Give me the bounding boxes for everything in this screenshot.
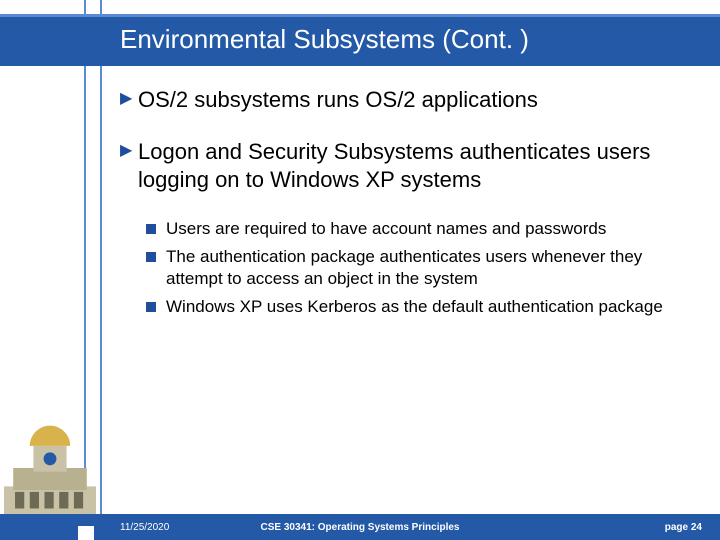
bullet-level2: Windows XP uses Kerberos as the default … [146,296,680,318]
square-bullet-icon [146,246,166,268]
bullet-level1: ▶ OS/2 subsystems runs OS/2 applications [120,86,680,114]
bullet-level1: ▶ Logon and Security Subsystems authenti… [120,138,680,194]
square-bullet-icon [146,218,166,240]
footer-chip [78,526,94,540]
sub-bullet-text: Users are required to have account names… [166,218,680,240]
building-graphic [4,422,96,514]
bullet-text: Logon and Security Subsystems authentica… [138,138,680,194]
bullet-level2: The authentication package authenticates… [146,246,680,290]
footer-course: CSE 30341: Operating Systems Principles [261,522,460,533]
footer-bar: 11/25/2020 CSE 30341: Operating Systems … [0,514,720,540]
sub-bullet-group: Users are required to have account names… [146,218,680,318]
slide-body: ▶ OS/2 subsystems runs OS/2 applications… [120,86,680,324]
bullet-level2: Users are required to have account names… [146,218,680,240]
slide-title: Environmental Subsystems (Cont. ) [120,24,529,55]
triangle-bullet-icon: ▶ [120,86,138,112]
footer-date: 11/25/2020 [120,522,169,533]
slide: Environmental Subsystems (Cont. ) ▶ OS/2… [0,0,720,540]
sub-bullet-text: The authentication package authenticates… [166,246,680,290]
triangle-bullet-icon: ▶ [120,138,138,164]
square-bullet-icon [146,296,166,318]
sub-bullet-text: Windows XP uses Kerberos as the default … [166,296,680,318]
footer-page: page 24 [665,522,702,533]
vertical-rule-2 [100,0,102,540]
title-bar-highlight [0,14,720,17]
bullet-text: OS/2 subsystems runs OS/2 applications [138,86,680,114]
